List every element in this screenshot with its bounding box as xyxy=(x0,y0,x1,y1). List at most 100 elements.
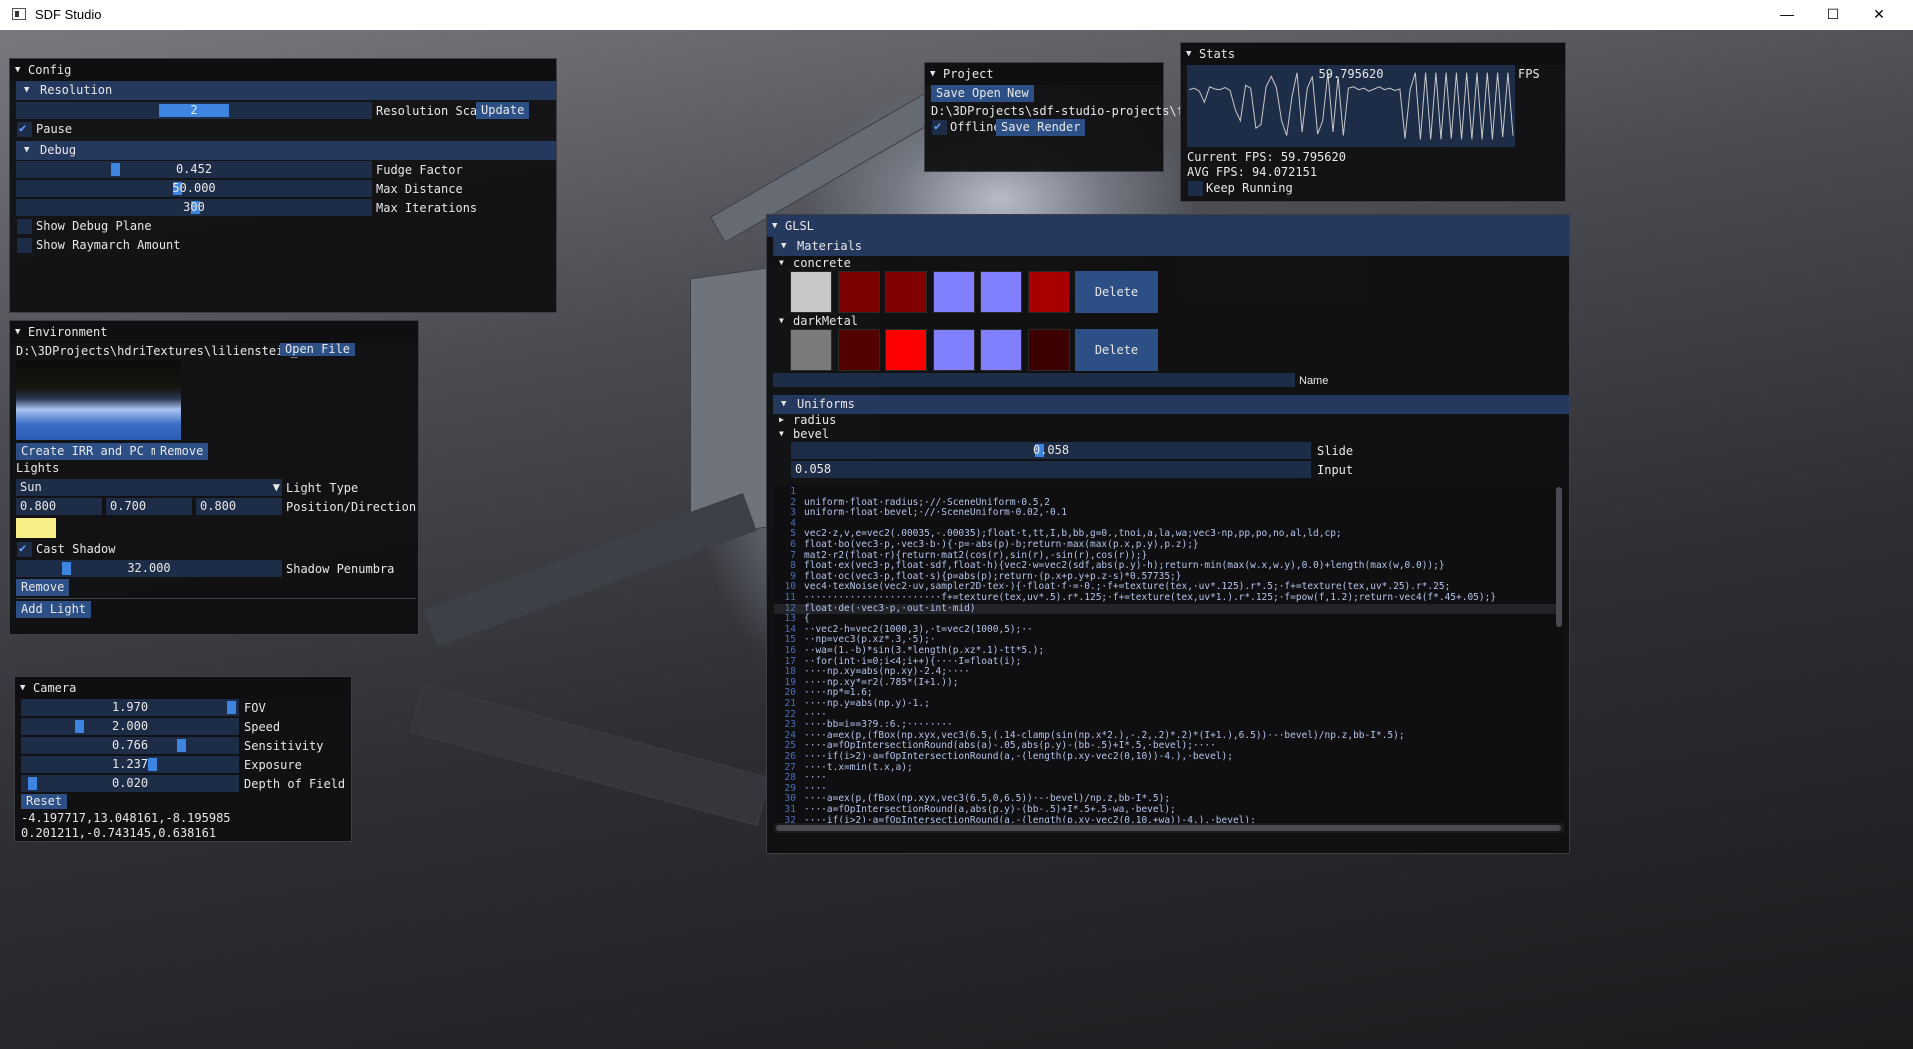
depth-of-field-slider[interactable]: 0.020 xyxy=(21,775,239,792)
fov-value: 1.970 xyxy=(111,700,149,714)
scene-beam xyxy=(423,493,757,647)
material-name-input[interactable] xyxy=(773,373,1295,387)
darkmetal-normal-swatch[interactable] xyxy=(933,329,975,371)
minimize-button[interactable]: — xyxy=(1764,0,1810,30)
position-y-field[interactable]: 0.700 xyxy=(106,498,192,515)
code-text: float·ex(vec3·p,float·sdf,float·h){vec2·… xyxy=(804,560,1445,572)
add-light-button[interactable]: Add Light xyxy=(16,601,92,618)
position-z-field[interactable]: 0.800 xyxy=(196,498,282,515)
code-line[interactable]: 27 ····t.x=min(t.x,a); xyxy=(774,762,1558,774)
config-title[interactable]: Config xyxy=(10,59,556,81)
debug-header[interactable]: Debug xyxy=(16,141,556,160)
environment-title[interactable]: Environment xyxy=(10,321,418,343)
darkmetal-albedo-swatch[interactable] xyxy=(790,329,832,371)
fov-slider[interactable]: 1.970 xyxy=(21,699,239,716)
position-direction-label: Position/Direction xyxy=(286,500,417,514)
delete-concrete-button[interactable]: Delete xyxy=(1075,271,1158,313)
light-color-swatch[interactable] xyxy=(16,518,56,538)
debug-plane-checkbox[interactable] xyxy=(17,219,32,234)
remove-light-button[interactable]: Remove xyxy=(16,579,70,596)
camera-title[interactable]: Camera xyxy=(15,677,351,699)
fudge-factor-slider[interactable]: 0.452 xyxy=(16,161,372,178)
code-line[interactable]: 3 uniform·float·bevel;·//·SceneUniform·0.… xyxy=(774,507,1558,519)
darkmetal-normal2-swatch[interactable] xyxy=(980,329,1022,371)
vertical-scrollbar[interactable] xyxy=(1556,487,1562,627)
raymarch-amount-checkbox[interactable] xyxy=(17,238,32,253)
code-text: float·bo(vec3·p,·vec3·b·){·p=·abs(p)-b;r… xyxy=(804,539,1199,550)
code-text: ····np*=1.6; xyxy=(804,687,873,699)
close-button[interactable]: ✕ xyxy=(1856,0,1902,30)
line-number: 1 xyxy=(790,486,796,497)
cast-shadow-checkbox[interactable] xyxy=(17,541,32,557)
bevel-slide-slider[interactable]: 0.058 xyxy=(791,442,1311,459)
max-distance-label: Max Distance xyxy=(376,182,463,196)
bevel-input-field[interactable]: 0.058 xyxy=(791,461,1311,478)
concrete-ao-swatch[interactable] xyxy=(1028,271,1070,313)
fps-graph-label: FPS xyxy=(1518,67,1540,81)
resolution-scale-slider[interactable]: 2 xyxy=(16,102,372,119)
horizontal-scrollbar[interactable] xyxy=(774,823,1564,833)
remove-hdri-button[interactable]: Remove xyxy=(155,443,209,460)
code-text: ····np.y=abs(np.y)-1.; xyxy=(804,698,930,709)
max-distance-slider[interactable]: 50.000 xyxy=(16,180,372,197)
offline-label: Offline xyxy=(950,120,1001,134)
fps-graph-value: 59.795620 xyxy=(1318,67,1384,81)
uniforms-header[interactable]: Uniforms xyxy=(773,395,1569,414)
project-title[interactable]: Project xyxy=(925,63,1163,85)
darkmetal-metal-swatch[interactable] xyxy=(885,329,927,371)
update-button[interactable]: Update xyxy=(476,102,530,119)
code-text: float·oc(vec3·p,float·s){p=abs(p);return… xyxy=(804,570,1182,582)
concrete-roughness-swatch[interactable] xyxy=(838,271,880,313)
code-line[interactable]: 12 float·de(·vec3·p,·out·int·mid) xyxy=(774,603,1558,615)
uniform-bevel-node[interactable]: bevel xyxy=(775,426,829,442)
sensitivity-slider[interactable]: 0.766 xyxy=(21,737,239,754)
shadow-penumbra-slider[interactable]: 32.000 xyxy=(16,560,282,577)
save-render-button[interactable]: Save Render xyxy=(996,119,1086,136)
material-darkmetal-node[interactable]: darkMetal xyxy=(775,313,858,329)
speed-label: Speed xyxy=(244,720,281,734)
code-text: ···· xyxy=(804,782,827,794)
reset-camera-button[interactable]: Reset xyxy=(21,794,68,809)
concrete-albedo-swatch[interactable] xyxy=(790,271,832,313)
speed-value: 2.000 xyxy=(111,719,149,733)
material-concrete-node[interactable]: concrete xyxy=(775,255,851,271)
darkmetal-ao-swatch[interactable] xyxy=(1028,329,1070,371)
concrete-normal-swatch[interactable] xyxy=(933,271,975,313)
code-line[interactable]: 21 ····np.y=abs(np.y)-1.; xyxy=(774,698,1558,710)
open-file-button[interactable]: Open File xyxy=(280,343,356,356)
depth-of-field-value: 0.020 xyxy=(111,776,149,790)
code-text: mat2·r2(float·r){return·mat2(cos(r),sin(… xyxy=(804,549,1148,561)
code-text: uniform·float·radius;·//·SceneUniform·0.… xyxy=(804,496,1050,508)
window-title: SDF Studio xyxy=(35,7,102,22)
pause-checkbox[interactable] xyxy=(17,121,32,137)
darkmetal-roughness-swatch[interactable] xyxy=(838,329,880,371)
depth-of-field-label: Depth of Field xyxy=(244,777,346,791)
new-project-button[interactable]: New xyxy=(1002,85,1034,102)
app-icon xyxy=(12,8,26,20)
glsl-title[interactable]: GLSL xyxy=(767,215,1569,237)
concrete-normal2-swatch[interactable] xyxy=(980,271,1022,313)
fudge-factor-label: Fudge Factor xyxy=(376,163,463,177)
glsl-code-editor[interactable]: 1 2 uniform·float·radius;·//·SceneUniform·… xyxy=(774,485,1564,833)
open-project-button[interactable]: Open xyxy=(967,85,1006,102)
concrete-metal-swatch[interactable] xyxy=(885,271,927,313)
offline-checkbox[interactable] xyxy=(932,119,947,135)
keep-running-checkbox[interactable] xyxy=(1188,181,1203,196)
save-project-button[interactable]: Save xyxy=(931,85,970,102)
delete-darkmetal-button[interactable]: Delete xyxy=(1075,329,1158,371)
maximize-button[interactable]: ☐ xyxy=(1810,0,1856,30)
resolution-header[interactable]: Resolution xyxy=(16,81,556,100)
exposure-label: Exposure xyxy=(244,758,302,772)
position-x-field[interactable]: 0.800 xyxy=(16,498,102,515)
materials-header[interactable]: Materials xyxy=(773,237,1569,256)
current-fps: Current FPS: 59.795620 xyxy=(1187,150,1346,164)
code-line[interactable]: 19 ····np.xy*=r2(.785*(I+1.)); xyxy=(774,677,1558,689)
code-line[interactable]: 28 ···· xyxy=(774,772,1558,784)
speed-slider[interactable]: 2.000 xyxy=(21,718,239,735)
exposure-slider[interactable]: 1.237 xyxy=(21,756,239,773)
max-iterations-slider[interactable]: 300 xyxy=(16,199,372,216)
config-panel: Config Resolution 2 Resolution Scale Upd… xyxy=(9,58,557,313)
stats-title[interactable]: Stats xyxy=(1181,43,1565,65)
code-text: ··vec2·h=vec2(1000,3),·t=vec2(1000,5);·· xyxy=(804,623,1033,635)
light-type-select[interactable]: Sun ▼ xyxy=(16,479,282,496)
